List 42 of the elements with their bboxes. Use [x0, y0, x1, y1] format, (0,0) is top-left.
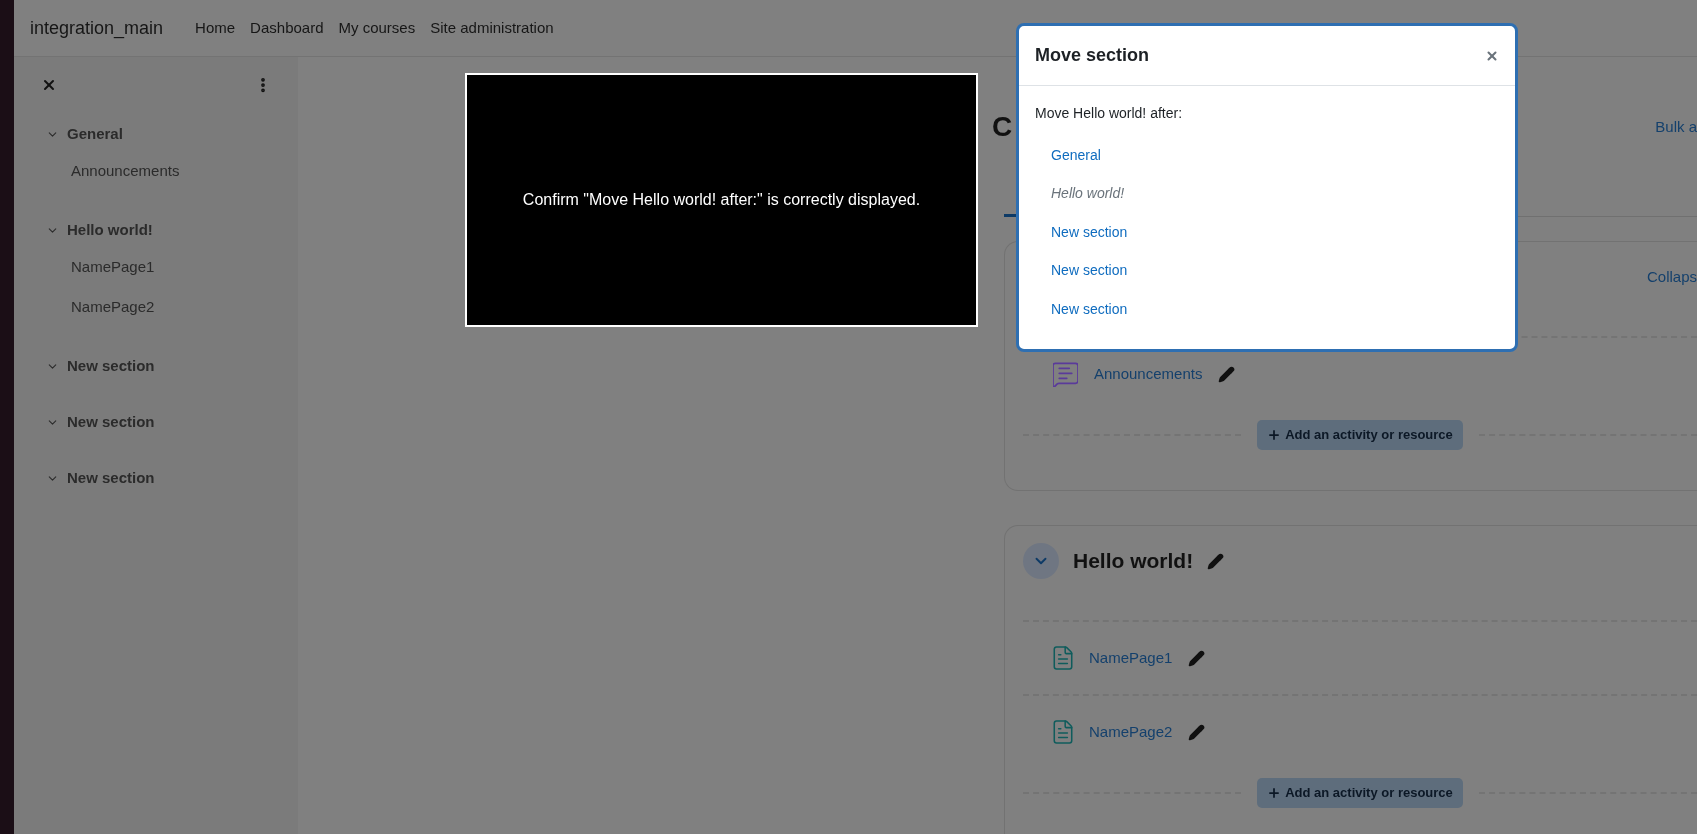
activity-link[interactable]: Announcements [71, 159, 180, 183]
edit-icon[interactable] [1188, 649, 1206, 667]
document-icon [1053, 720, 1073, 744]
add-activity-button[interactable]: Add an activity or resource [1257, 420, 1463, 450]
close-icon[interactable] [41, 77, 57, 93]
activity-link[interactable]: NamePage2 [1089, 720, 1173, 744]
section-option[interactable]: New section [1051, 221, 1128, 243]
edit-icon[interactable] [1218, 365, 1236, 383]
activity-link[interactable]: NamePage1 [71, 255, 155, 279]
section-link[interactable]: New section [67, 410, 155, 434]
section-option: Hello world! [1051, 183, 1125, 205]
section-link[interactable]: New section [67, 354, 155, 378]
note-text: Confirm "Move Hello world! after:" is correctly displayed. [522, 190, 921, 210]
collapse-all-link[interactable]: Collaps [1646, 265, 1697, 289]
section-option[interactable]: General [1051, 144, 1101, 166]
add-activity-button[interactable]: Add an activity or resource [1257, 778, 1463, 808]
section-option[interactable]: New section [1051, 298, 1128, 320]
nav-link[interactable]: My courses [338, 16, 416, 40]
chat-icon [1053, 361, 1078, 387]
section-link[interactable]: New section [67, 466, 155, 490]
edit-icon[interactable] [1207, 552, 1225, 570]
nav-link[interactable]: Site administration [430, 16, 554, 40]
edit-icon[interactable] [1188, 723, 1206, 741]
activity-link[interactable]: NamePage2 [71, 295, 155, 319]
nav-link[interactable]: Home [195, 16, 236, 40]
activity-link[interactable]: Announcements [1094, 362, 1203, 386]
plus-icon [1267, 428, 1282, 442]
site-name: integration_main [30, 16, 164, 41]
nav-link[interactable]: Dashboard [250, 16, 324, 40]
dialog-title: Move section [1035, 44, 1150, 67]
document-icon [1053, 646, 1073, 670]
course-title: C [992, 110, 1013, 144]
collapse-toggle[interactable] [1023, 543, 1059, 579]
bulk-edit-link[interactable]: Bulk a [1655, 115, 1697, 139]
activity-link[interactable]: NamePage1 [1089, 646, 1173, 670]
section-link[interactable]: Hello world! [67, 218, 153, 242]
section-link[interactable]: General [67, 122, 123, 146]
section-title: Hello world! [1073, 548, 1194, 575]
close-icon[interactable] [1485, 48, 1499, 63]
plus-icon [1267, 786, 1282, 800]
dialog-prompt: Move Hello world! after: [1035, 104, 1184, 123]
section-option[interactable]: New section [1051, 260, 1128, 282]
